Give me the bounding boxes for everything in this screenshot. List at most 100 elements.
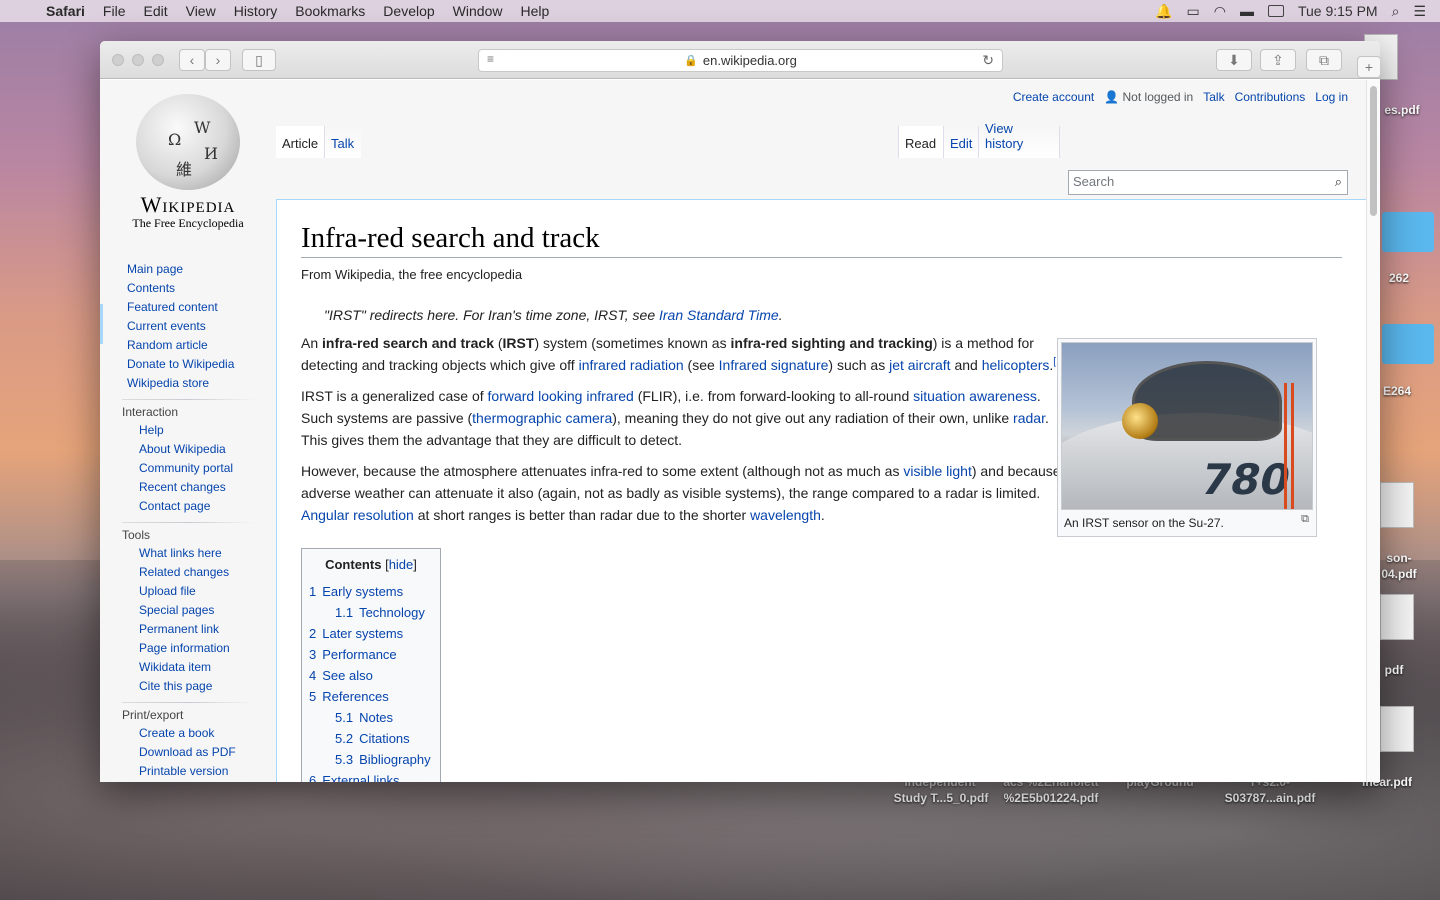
desktop-file-label[interactable]: Study T...5_0.pdf [885, 790, 997, 806]
minimize-window-button[interactable] [132, 54, 144, 66]
desktop-file-label[interactable]: %2E5b01224.pdf [995, 790, 1107, 806]
link-visible-light[interactable]: visible light [903, 463, 971, 479]
desktop-folder-icon[interactable] [1382, 324, 1434, 364]
contributions-link[interactable]: Contributions [1235, 90, 1306, 104]
menu-help[interactable]: Help [520, 3, 549, 19]
enlarge-icon[interactable]: ⧉ [1301, 513, 1309, 526]
search-icon[interactable]: ⌕ [1335, 174, 1342, 190]
link-jet-aircraft[interactable]: jet aircraft [889, 357, 950, 373]
desktop-file-label[interactable]: 04.pdf [1374, 566, 1424, 582]
interaction-about[interactable]: About Wikipedia [139, 442, 226, 456]
tab-read[interactable]: Read [898, 126, 943, 158]
desktop-file-label[interactable]: pdf [1374, 662, 1414, 678]
link-flir[interactable]: forward looking infrared [488, 388, 634, 404]
toc-item[interactable]: 2 Later systems [309, 623, 433, 644]
nav-store[interactable]: Wikipedia store [127, 376, 209, 390]
toc-hide-link[interactable]: hide [389, 557, 414, 572]
sidebar-button[interactable]: ▯ [242, 49, 276, 71]
interaction-help[interactable]: Help [139, 423, 164, 437]
forward-button[interactable]: › [205, 49, 231, 71]
interaction-contact[interactable]: Contact page [139, 499, 210, 513]
toc-item[interactable]: 4 See also [309, 665, 433, 686]
reload-icon[interactable]: ↻ [982, 52, 994, 69]
back-button[interactable]: ‹ [179, 49, 205, 71]
address-bar[interactable]: ≡ 🔒 en.wikipedia.org ↻ [478, 49, 1003, 72]
notification-bell-icon[interactable]: 🔔 [1155, 3, 1172, 20]
desktop-file-icon[interactable] [1380, 594, 1414, 640]
desktop-file-label[interactable]: es.pdf [1372, 102, 1432, 118]
desktop-folder-icon[interactable] [1382, 212, 1434, 252]
menu-window[interactable]: Window [453, 3, 503, 19]
toc-item[interactable]: 5.2 Citations [309, 728, 433, 749]
scrollbar[interactable] [1366, 80, 1380, 782]
hatnote-link[interactable]: Iran Standard Time [659, 307, 779, 323]
menu-edit[interactable]: Edit [143, 3, 167, 19]
nav-main-page[interactable]: Main page [127, 262, 183, 276]
menu-history[interactable]: History [234, 3, 278, 19]
tab-view-history[interactable]: View history [978, 121, 1060, 158]
toc-item[interactable]: 6 External links [309, 770, 433, 782]
interaction-community-portal[interactable]: Community portal [139, 461, 233, 475]
link-thermographic-camera[interactable]: thermographic camera [472, 410, 612, 426]
menu-clock[interactable]: Tue 9:15 PM [1298, 3, 1378, 19]
tools-special-pages[interactable]: Special pages [139, 603, 214, 617]
zoom-window-button[interactable] [152, 54, 164, 66]
wifi-icon[interactable]: ◠ [1214, 3, 1226, 20]
desktop-folder-label[interactable]: 262 [1374, 270, 1424, 286]
spotlight-search-icon[interactable]: ⌕ [1392, 3, 1400, 20]
tools-cite-this-page[interactable]: Cite this page [139, 679, 212, 693]
nav-donate[interactable]: Donate to Wikipedia [127, 357, 234, 371]
login-link[interactable]: Log in [1315, 90, 1348, 104]
tab-talk[interactable]: Talk [324, 126, 361, 158]
tools-page-information[interactable]: Page information [139, 641, 230, 655]
toc-item[interactable]: 1 Early systems [309, 581, 433, 602]
toc-item[interactable]: 3 Performance [309, 644, 433, 665]
desktop-file-label[interactable]: son- [1374, 550, 1424, 566]
desktop-file-icon[interactable] [1380, 482, 1414, 528]
display-icon[interactable]: ▬ [1240, 3, 1254, 19]
link-wavelength[interactable]: wavelength [750, 507, 821, 523]
toc-item[interactable]: 5.3 Bibliography [309, 749, 433, 770]
toc-item[interactable]: 5 References [309, 686, 433, 707]
share-button[interactable]: ⇪ [1260, 49, 1296, 71]
tools-what-links-here[interactable]: What links here [139, 546, 222, 560]
nav-current-events[interactable]: Current events [127, 319, 206, 333]
nav-featured-content[interactable]: Featured content [127, 300, 218, 314]
print-create-book[interactable]: Create a book [139, 726, 214, 740]
tools-related-changes[interactable]: Related changes [139, 565, 229, 579]
notification-center-icon[interactable]: ☰ [1413, 3, 1426, 20]
toc-item[interactable]: 5.1 Notes [309, 707, 433, 728]
interaction-recent-changes[interactable]: Recent changes [139, 480, 226, 494]
link-angular-resolution[interactable]: Angular resolution [301, 507, 414, 523]
link-helicopters[interactable]: helicopters [982, 357, 1050, 373]
print-printable-version[interactable]: Printable version [139, 764, 228, 778]
menu-app-name[interactable]: Safari [46, 3, 85, 19]
battery-icon[interactable] [1267, 5, 1284, 17]
create-account-link[interactable]: Create account [1013, 90, 1094, 104]
menu-view[interactable]: View [186, 3, 216, 19]
su27-image[interactable]: 780 [1061, 342, 1313, 510]
desktop-file-label[interactable]: S03787...ain.pdf [1216, 790, 1324, 806]
link-infrared-signature[interactable]: Infrared signature [719, 357, 829, 373]
scrollbar-thumb[interactable] [1370, 86, 1377, 216]
nav-random-article[interactable]: Random article [127, 338, 208, 352]
print-download-pdf[interactable]: Download as PDF [139, 745, 236, 759]
menu-file[interactable]: File [103, 3, 126, 19]
tab-article[interactable]: Article [276, 126, 324, 158]
link-radar[interactable]: radar [1013, 410, 1045, 426]
link-infrared-radiation[interactable]: infrared radiation [579, 357, 684, 373]
tab-edit[interactable]: Edit [943, 126, 978, 158]
desktop-file-icon[interactable] [1380, 706, 1414, 752]
close-window-button[interactable] [112, 54, 124, 66]
reader-icon[interactable]: ≡ [487, 52, 494, 66]
menu-develop[interactable]: Develop [383, 3, 434, 19]
wikipedia-logo[interactable]: Ω W И 維 Wikipedia The Free Encyclopedia [118, 94, 258, 231]
tools-permanent-link[interactable]: Permanent link [139, 622, 219, 636]
user-talk-link[interactable]: Talk [1203, 90, 1224, 104]
toc-item[interactable]: 1.1 Technology [309, 602, 433, 623]
tabs-overview-button[interactable]: ⧉ [1306, 49, 1342, 71]
nav-contents[interactable]: Contents [127, 281, 175, 295]
new-tab-button[interactable]: + [1357, 56, 1380, 78]
airplay-icon[interactable]: ▭ [1187, 3, 1200, 20]
link-situation-awareness[interactable]: situation awareness [913, 388, 1037, 404]
